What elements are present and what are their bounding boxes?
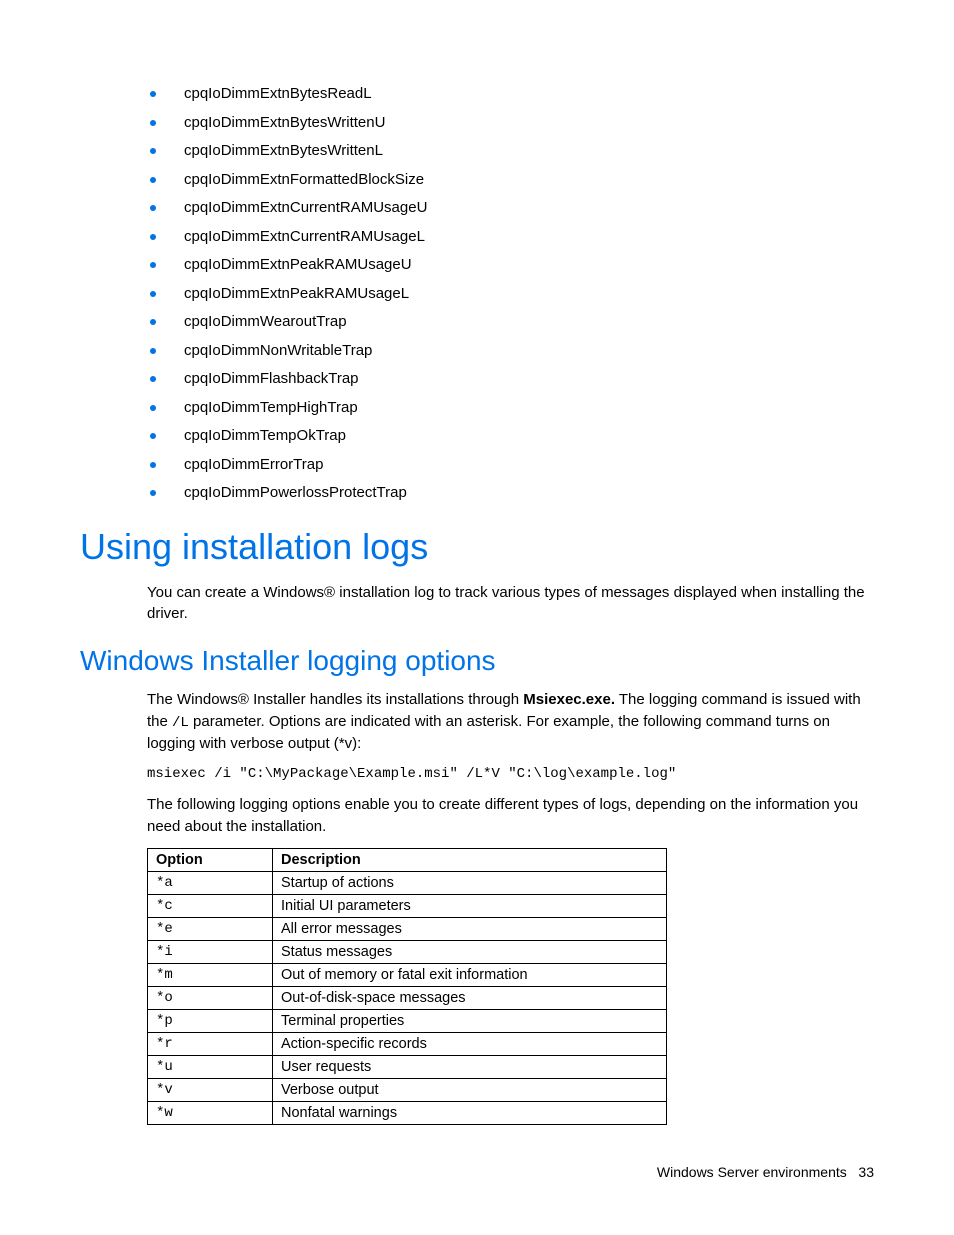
list-item: cpqIoDimmExtnCurrentRAMUsageU [150, 194, 874, 223]
cell-option: *a [148, 871, 273, 894]
list-item-label: cpqIoDimmPowerlossProtectTrap [184, 479, 407, 508]
bullet-icon [150, 205, 156, 211]
table-row: *uUser requests [148, 1055, 667, 1078]
bullet-icon [150, 262, 156, 268]
cell-description: Nonfatal warnings [273, 1101, 667, 1124]
th-description: Description [273, 848, 667, 871]
code-block: msiexec /i "C:\MyPackage\Example.msi" /L… [147, 765, 874, 785]
msiexec-paragraph: The Windows® Installer handles its insta… [147, 689, 874, 755]
bullet-icon [150, 291, 156, 297]
bullet-icon [150, 490, 156, 496]
cell-option: *v [148, 1078, 273, 1101]
page-footer: Windows Server environments 33 [657, 1164, 874, 1180]
th-option: Option [148, 848, 273, 871]
cell-option: *w [148, 1101, 273, 1124]
bullet-icon [150, 91, 156, 97]
cell-description: Action-specific records [273, 1032, 667, 1055]
table-row: *wNonfatal warnings [148, 1101, 667, 1124]
options-intro-paragraph: The following logging options enable you… [147, 794, 874, 838]
list-item: cpqIoDimmExtnCurrentRAMUsageL [150, 223, 874, 252]
list-item-label: cpqIoDimmExtnPeakRAMUsageU [184, 251, 412, 280]
bullet-icon [150, 234, 156, 240]
table-row: *pTerminal properties [148, 1009, 667, 1032]
bullet-icon [150, 148, 156, 154]
list-item: cpqIoDimmTempOkTrap [150, 422, 874, 451]
cell-description: Out-of-disk-space messages [273, 986, 667, 1009]
list-item: cpqIoDimmPowerlossProtectTrap [150, 479, 874, 508]
cell-option: *p [148, 1009, 273, 1032]
heading-installation-logs: Using installation logs [80, 526, 874, 568]
list-item: cpqIoDimmErrorTrap [150, 451, 874, 480]
list-item-label: cpqIoDimmExtnCurrentRAMUsageU [184, 194, 427, 223]
list-item-label: cpqIoDimmWearoutTrap [184, 308, 347, 337]
cell-option: *m [148, 963, 273, 986]
list-item-label: cpqIoDimmExtnBytesReadL [184, 80, 372, 109]
logging-options-table: Option Description *aStartup of actions*… [147, 848, 667, 1125]
bullet-list: cpqIoDimmExtnBytesReadLcpqIoDimmExtnByte… [150, 80, 874, 508]
table-row: *cInitial UI parameters [148, 894, 667, 917]
list-item-label: cpqIoDimmExtnPeakRAMUsageL [184, 280, 409, 309]
list-item: cpqIoDimmExtnFormattedBlockSize [150, 166, 874, 195]
list-item-label: cpqIoDimmErrorTrap [184, 451, 323, 480]
cell-description: Startup of actions [273, 871, 667, 894]
bullet-icon [150, 405, 156, 411]
cell-description: Out of memory or fatal exit information [273, 963, 667, 986]
bullet-icon [150, 433, 156, 439]
list-item: cpqIoDimmFlashbackTrap [150, 365, 874, 394]
table-row: *aStartup of actions [148, 871, 667, 894]
list-item-label: cpqIoDimmTempOkTrap [184, 422, 346, 451]
cell-description: Status messages [273, 940, 667, 963]
list-item: cpqIoDimmWearoutTrap [150, 308, 874, 337]
list-item: cpqIoDimmExtnBytesWrittenU [150, 109, 874, 138]
list-item: cpqIoDimmTempHighTrap [150, 394, 874, 423]
list-item-label: cpqIoDimmExtnCurrentRAMUsageL [184, 223, 425, 252]
cell-option: *u [148, 1055, 273, 1078]
bullet-icon [150, 319, 156, 325]
cell-description: All error messages [273, 917, 667, 940]
list-item-label: cpqIoDimmFlashbackTrap [184, 365, 359, 394]
cell-description: Terminal properties [273, 1009, 667, 1032]
list-item: cpqIoDimmExtnPeakRAMUsageL [150, 280, 874, 309]
table-row: *iStatus messages [148, 940, 667, 963]
bullet-icon [150, 120, 156, 126]
bullet-icon [150, 348, 156, 354]
list-item: cpqIoDimmExtnBytesWrittenL [150, 137, 874, 166]
list-item: cpqIoDimmExtnBytesReadL [150, 80, 874, 109]
list-item-label: cpqIoDimmExtnBytesWrittenL [184, 137, 383, 166]
cell-option: *e [148, 917, 273, 940]
bullet-icon [150, 376, 156, 382]
cell-description: Verbose output [273, 1078, 667, 1101]
cell-description: Initial UI parameters [273, 894, 667, 917]
list-item: cpqIoDimmNonWritableTrap [150, 337, 874, 366]
cell-option: *c [148, 894, 273, 917]
table-row: *eAll error messages [148, 917, 667, 940]
list-item-label: cpqIoDimmExtnFormattedBlockSize [184, 166, 424, 195]
table-row: *mOut of memory or fatal exit informatio… [148, 963, 667, 986]
list-item-label: cpqIoDimmNonWritableTrap [184, 337, 372, 366]
list-item: cpqIoDimmExtnPeakRAMUsageU [150, 251, 874, 280]
table-row: *vVerbose output [148, 1078, 667, 1101]
cell-option: *i [148, 940, 273, 963]
bullet-icon [150, 462, 156, 468]
cell-option: *o [148, 986, 273, 1009]
cell-description: User requests [273, 1055, 667, 1078]
intro-paragraph: You can create a Windows® installation l… [147, 582, 874, 626]
table-row: *rAction-specific records [148, 1032, 667, 1055]
cell-option: *r [148, 1032, 273, 1055]
list-item-label: cpqIoDimmExtnBytesWrittenU [184, 109, 385, 138]
table-row: *oOut-of-disk-space messages [148, 986, 667, 1009]
heading-logging-options: Windows Installer logging options [80, 645, 874, 677]
bullet-icon [150, 177, 156, 183]
list-item-label: cpqIoDimmTempHighTrap [184, 394, 358, 423]
